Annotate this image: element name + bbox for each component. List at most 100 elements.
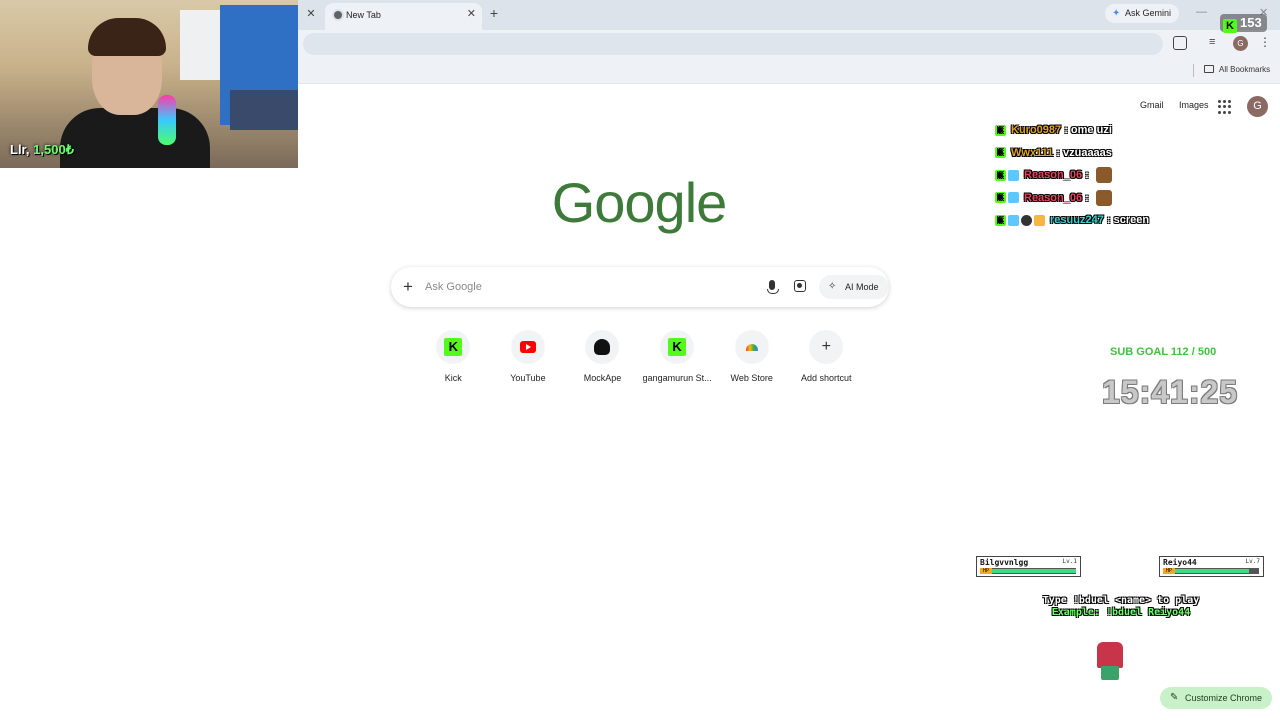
shortcut-youtube[interactable]: YouTube bbox=[491, 330, 566, 383]
supporter-badge-icon bbox=[1021, 214, 1032, 226]
chat-username: Kuro0987 bbox=[1011, 124, 1062, 137]
shortcut-kick[interactable]: K Kick bbox=[416, 330, 491, 383]
address-bar[interactable] bbox=[303, 33, 1163, 55]
shortcut-label: Add shortcut bbox=[801, 373, 852, 383]
microphone-icon[interactable] bbox=[767, 280, 779, 294]
chat-username: Wwx111 bbox=[1011, 146, 1054, 159]
duel-example-line: Example: !bduel Reiyo44 bbox=[1051, 607, 1191, 618]
hp-fill bbox=[992, 569, 1076, 573]
ai-search-icon: ✧ bbox=[828, 281, 837, 292]
all-bookmarks-button[interactable]: All Bookmarks bbox=[1204, 65, 1270, 74]
chat-message: K Wwx111 : vzuaaaas bbox=[995, 142, 1275, 165]
donation-amount: 1,500₺ bbox=[33, 142, 74, 157]
subscriber-badge-icon bbox=[1008, 192, 1019, 204]
pixel-character-sprite bbox=[1095, 642, 1125, 680]
player-name: Bilgvvnlgg bbox=[980, 558, 1029, 567]
all-bookmarks-label: All Bookmarks bbox=[1219, 65, 1271, 74]
ai-mode-button[interactable]: ✧ AI Mode bbox=[819, 275, 889, 299]
plus-icon: + bbox=[821, 338, 831, 355]
kick-icon: K bbox=[668, 338, 687, 356]
viewer-count: 153 bbox=[1240, 15, 1262, 30]
screen: ✕ New Tab ✕ + ✦ Ask Gemini — ✕ ≡ G ⋮ All… bbox=[0, 0, 1280, 720]
web-store-icon bbox=[745, 343, 758, 351]
kick-badge-icon: K bbox=[995, 124, 1006, 136]
pencil-icon: ✎ bbox=[1170, 692, 1179, 703]
bookmarks-divider bbox=[1193, 64, 1194, 77]
images-link[interactable]: Images bbox=[1179, 100, 1209, 110]
media-control-icon[interactable]: ≡ bbox=[1209, 36, 1215, 48]
google-logo: Google bbox=[551, 171, 728, 234]
player-level: Lv.7 bbox=[1245, 558, 1260, 565]
donation-name: Llr, bbox=[10, 142, 30, 157]
duel-instructions: Type !bduel <name> to play Example: !bdu… bbox=[976, 595, 1266, 619]
search-box: + ✧ AI Mode bbox=[391, 267, 889, 307]
microphone-icon bbox=[158, 95, 176, 145]
chat-text: ome uzi bbox=[1070, 124, 1112, 137]
chat-message: K resuuz247 : screen bbox=[995, 209, 1275, 232]
shortcut-gangamurun[interactable]: K gangamurun St... bbox=[640, 330, 715, 383]
emote-icon bbox=[1095, 189, 1112, 206]
customize-chrome-label: Customize Chrome bbox=[1185, 693, 1263, 703]
stream-clock: 15:41:25 bbox=[1102, 374, 1239, 410]
sub-goal: SUB GOAL 112 / 500 bbox=[1110, 346, 1217, 358]
subscriber-badge-icon bbox=[1008, 169, 1019, 181]
kick-icon: K bbox=[444, 338, 463, 356]
kick-badge-icon: K bbox=[995, 214, 1006, 226]
hp-bar: HP bbox=[980, 568, 1076, 574]
duel-player1-card: Bilgvvnlgg Lv.1 HP bbox=[976, 556, 1081, 577]
chat-message: K Reason_06 : bbox=[995, 164, 1275, 187]
hp-label: HP bbox=[1163, 568, 1175, 574]
customize-chrome-button[interactable]: ✎ Customize Chrome bbox=[1160, 687, 1273, 709]
webcam-overlay: Llr, 1,500₺ bbox=[0, 0, 298, 168]
chat-text: vzuaaaas bbox=[1062, 146, 1112, 159]
ask-gemini-label: Ask Gemini bbox=[1125, 8, 1172, 18]
search-input[interactable] bbox=[425, 278, 745, 296]
chat-username: Reason_06 bbox=[1024, 169, 1083, 182]
shortcuts: K Kick YouTube MockApe K gangamurun St..… bbox=[416, 330, 864, 383]
minimize-icon[interactable]: — bbox=[1196, 6, 1207, 18]
add-files-icon[interactable]: + bbox=[403, 277, 413, 297]
tab-new-tab[interactable]: New Tab ✕ bbox=[325, 3, 482, 30]
new-tab-button[interactable]: + bbox=[486, 5, 502, 21]
tab-title: New Tab bbox=[346, 10, 381, 20]
extensions-icon[interactable] bbox=[1173, 36, 1187, 50]
header-links: Gmail Images bbox=[1140, 100, 1222, 110]
mockape-icon bbox=[594, 339, 611, 355]
shortcut-label: Kick bbox=[444, 373, 462, 383]
player-level: Lv.1 bbox=[1062, 558, 1077, 565]
donation-caption: Llr, 1,500₺ bbox=[10, 142, 74, 158]
kick-icon: K bbox=[1223, 19, 1237, 33]
chat-username: Reason_06 bbox=[1024, 191, 1083, 204]
gmail-link[interactable]: Gmail bbox=[1140, 100, 1164, 110]
shortcut-label: MockApe bbox=[583, 373, 622, 383]
menu-icon[interactable]: ⋮ bbox=[1259, 35, 1271, 49]
ai-mode-label: AI Mode bbox=[845, 282, 879, 292]
ask-gemini-button[interactable]: ✦ Ask Gemini bbox=[1105, 4, 1180, 23]
chat-username: resuuz247 bbox=[1050, 214, 1104, 227]
kick-badge-icon: K bbox=[995, 192, 1006, 204]
shortcut-web-store[interactable]: Web Store bbox=[714, 330, 789, 383]
shortcut-mockape[interactable]: MockApe bbox=[565, 330, 640, 383]
profile-avatar[interactable]: G bbox=[1233, 36, 1248, 51]
chat-overlay: K Kuro0987 : ome uzi K Wwx111 : vzuaaaas… bbox=[995, 119, 1275, 232]
shortcut-add[interactable]: + Add shortcut bbox=[789, 330, 864, 383]
chat-message: K Kuro0987 : ome uzi bbox=[995, 119, 1275, 142]
hp-bar: HP bbox=[1163, 568, 1259, 574]
kick-badge-icon: K bbox=[995, 147, 1006, 159]
close-icon[interactable]: ✕ bbox=[303, 6, 319, 22]
kick-badge-icon: K bbox=[995, 169, 1006, 181]
google-lens-icon[interactable] bbox=[794, 280, 806, 292]
google-apps-icon[interactable] bbox=[1218, 100, 1232, 114]
viewer-count-badge: K 153 bbox=[1220, 14, 1267, 33]
shortcut-label: YouTube bbox=[510, 373, 546, 383]
tab-close-icon[interactable]: ✕ bbox=[467, 7, 476, 20]
account-avatar[interactable]: G bbox=[1247, 96, 1268, 117]
duel-instruction-line: Type !bduel <name> to play bbox=[1042, 595, 1200, 606]
chat-text: screen bbox=[1113, 214, 1150, 227]
shortcut-label: Web Store bbox=[730, 373, 773, 383]
youtube-icon bbox=[519, 341, 536, 353]
hp-fill bbox=[1175, 569, 1249, 573]
duel-player2-card: Reiyo44 Lv.7 HP bbox=[1159, 556, 1264, 577]
player-name: Reiyo44 bbox=[1163, 558, 1197, 567]
emote-icon bbox=[1095, 167, 1112, 184]
